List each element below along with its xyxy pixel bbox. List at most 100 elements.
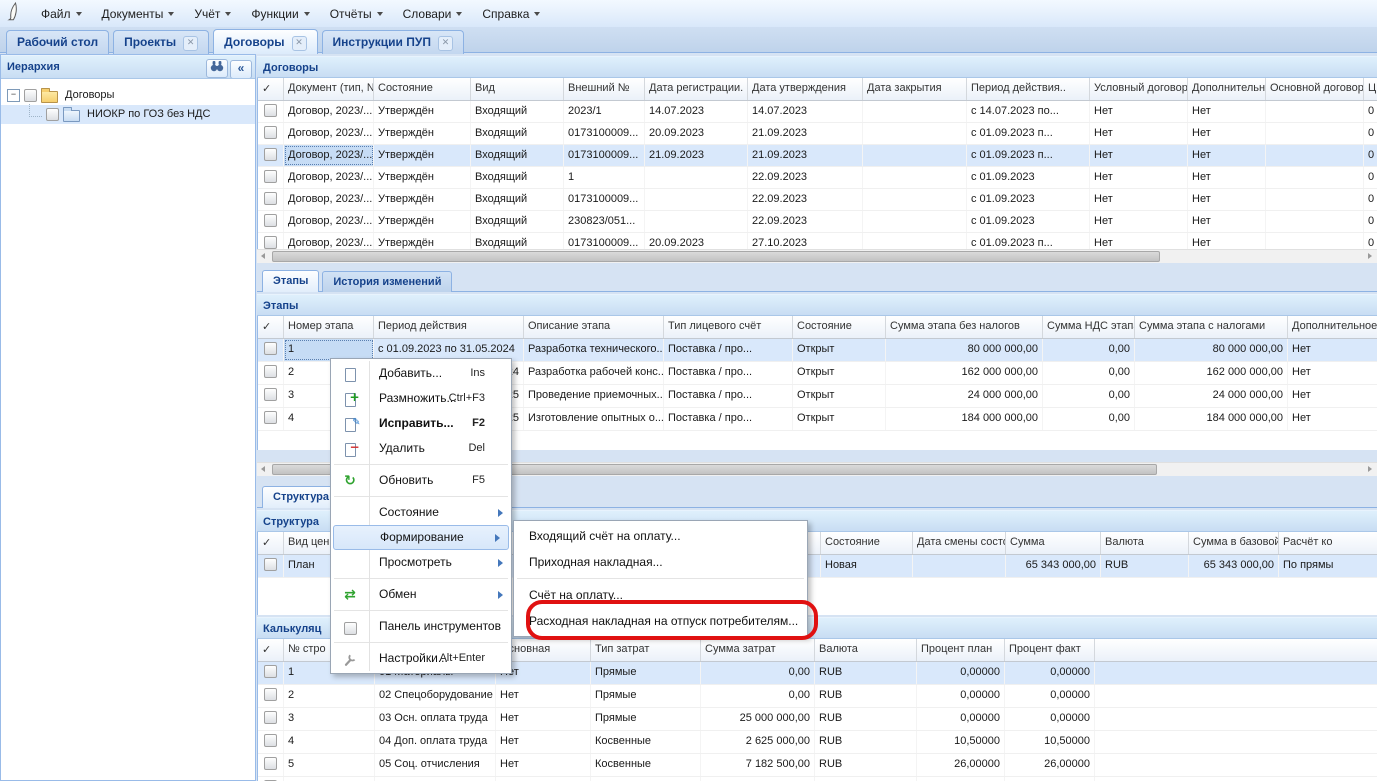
table-row[interactable]: Договор, 2023/...УтверждёнВходящий017310…	[258, 123, 1377, 145]
column-header[interactable]: Дата закрытия	[863, 78, 967, 100]
row-checkbox[interactable]	[264, 688, 277, 701]
menubar-item-dictionaries[interactable]: Словари	[393, 3, 473, 25]
submenu-item-incoming-payment-invoice[interactable]: Входящий счёт на оплату...	[514, 523, 807, 549]
scroll-left-button[interactable]	[257, 250, 270, 263]
column-header[interactable]: Тип лицевого счёт	[664, 316, 793, 338]
submenu-item-expense-note-consumers[interactable]: Расходная накладная на отпуск потребител…	[514, 608, 807, 634]
contracts-horizontal-scrollbar[interactable]	[257, 249, 1377, 263]
row-checkbox[interactable]	[264, 388, 277, 401]
column-header[interactable]: Сумма в базовой в	[1189, 532, 1279, 554]
menubar-item-reports[interactable]: Отчёты	[320, 3, 393, 25]
column-header[interactable]: Документ (тип, №	[284, 78, 374, 100]
column-header[interactable]: ✓	[258, 532, 284, 554]
tab-desktop[interactable]: Рабочий стол	[6, 30, 109, 54]
menu-item-settings[interactable]: Настройки...Alt+Enter	[331, 646, 511, 671]
column-header[interactable]: Вид	[471, 78, 564, 100]
tab-etapy[interactable]: Этапы	[262, 270, 319, 292]
row-checkbox[interactable]	[264, 192, 277, 205]
menubar-item-documents[interactable]: Документы	[92, 3, 185, 25]
column-header[interactable]: ✓	[258, 316, 284, 338]
column-header[interactable]: Дата утверждения	[748, 78, 863, 100]
column-header[interactable]: Состояние	[793, 316, 886, 338]
column-header[interactable]: Процент план	[917, 639, 1005, 661]
tree-item[interactable]: −Договоры	[1, 86, 255, 105]
row-checkbox[interactable]	[264, 365, 277, 378]
row-checkbox[interactable]	[264, 170, 277, 183]
checkbox[interactable]	[24, 89, 37, 102]
menu-item-exchange[interactable]: ⇄Обмен	[331, 582, 511, 607]
close-tab-icon[interactable]: ✕	[438, 36, 453, 51]
column-header[interactable]: Ц	[1364, 78, 1377, 100]
row-checkbox[interactable]	[264, 711, 277, 724]
column-header[interactable]: Валюта	[815, 639, 917, 661]
column-header[interactable]: ✓	[258, 78, 284, 100]
column-header[interactable]: Состояние	[374, 78, 471, 100]
column-header[interactable]: Номер этапа	[284, 316, 374, 338]
table-row[interactable]: Договор, 2023/...УтверждёнВходящий017310…	[258, 189, 1377, 211]
tab-contracts[interactable]: Договоры✕	[213, 29, 317, 54]
column-header[interactable]: Дата регистрации.	[645, 78, 748, 100]
menu-item-edit[interactable]: Исправить...F2	[331, 411, 511, 436]
table-row[interactable]: Договор, 2023/...УтверждёнВходящий230823…	[258, 211, 1377, 233]
row-checkbox[interactable]	[264, 236, 277, 249]
row-checkbox[interactable]	[264, 665, 277, 678]
column-header[interactable]: Период действия	[374, 316, 524, 338]
table-row[interactable]: Договор, 2023/...УтверждёнВходящий017310…	[258, 233, 1377, 249]
column-header[interactable]: Описание этапа	[524, 316, 664, 338]
tab-history[interactable]: История изменений	[322, 271, 452, 292]
column-header[interactable]: Дата смены состоя	[913, 532, 1006, 554]
row-checkbox[interactable]	[264, 757, 277, 770]
row-checkbox[interactable]	[264, 734, 277, 747]
menu-item-toolbar-panel[interactable]: Панель инструментов	[331, 614, 511, 639]
column-header[interactable]: Дополнительное с	[1288, 316, 1377, 338]
column-header[interactable]: Процент факт	[1005, 639, 1095, 661]
menu-item-state[interactable]: Состояние	[331, 500, 511, 525]
menubar-item-help[interactable]: Справка	[472, 3, 550, 25]
submenu-item-receipt-note[interactable]: Приходная накладная...	[514, 549, 807, 575]
menu-item-add[interactable]: Добавить...Ins	[331, 361, 511, 386]
menu-item-view[interactable]: Просмотреть	[331, 550, 511, 575]
column-header[interactable]: Сумма затрат	[701, 639, 815, 661]
table-row[interactable]: Договор, 2023/...УтверждёнВходящий122.09…	[258, 167, 1377, 189]
close-tab-icon[interactable]: ✕	[292, 36, 307, 51]
row-checkbox[interactable]	[264, 214, 277, 227]
column-header[interactable]: Дополнительное с	[1188, 78, 1266, 100]
collapse-left-icon[interactable]: «	[230, 60, 252, 79]
row-checkbox[interactable]	[264, 411, 277, 424]
expand-collapse-icon[interactable]: −	[7, 89, 20, 102]
row-checkbox[interactable]	[264, 104, 277, 117]
column-header[interactable]: Сумма НДС этапа	[1043, 316, 1135, 338]
column-header[interactable]: Валюта	[1101, 532, 1189, 554]
column-header[interactable]: Расчёт ко	[1279, 532, 1377, 554]
table-row[interactable]: Договор, 2023/...УтверждёнВходящий2023/1…	[258, 101, 1377, 123]
tab-pup-instructions[interactable]: Инструкции ПУП✕	[322, 30, 464, 54]
menu-item-generate[interactable]: Формирование	[333, 525, 509, 550]
menubar-item-functions[interactable]: Функции	[241, 3, 319, 25]
submenu-item-payment-invoice[interactable]: Счёт на оплату...	[514, 582, 807, 608]
close-tab-icon[interactable]: ✕	[183, 36, 198, 51]
scroll-right-button[interactable]	[1364, 250, 1377, 263]
table-row[interactable]: Договор, 2023/...УтверждёнВходящий017310…	[258, 145, 1377, 167]
scroll-thumb[interactable]	[272, 251, 1160, 262]
menubar-item-accounting[interactable]: Учёт	[184, 3, 241, 25]
checkbox[interactable]	[46, 108, 59, 121]
row-checkbox[interactable]	[264, 126, 277, 139]
menu-item-delete[interactable]: УдалитьDel	[331, 436, 511, 461]
binoculars-icon[interactable]	[206, 59, 228, 78]
table-row[interactable]: 303 Осн. оплата трудаНетПрямые25 000 000…	[258, 708, 1377, 731]
column-header[interactable]: Период действия..	[967, 78, 1090, 100]
tree-item[interactable]: НИОКР по ГОЗ без НДС	[1, 105, 255, 124]
menu-item-duplicate[interactable]: Размножить...Ctrl+F3	[331, 386, 511, 411]
menubar-item-file[interactable]: Файл	[31, 3, 92, 25]
row-checkbox[interactable]	[264, 558, 277, 571]
scroll-right-button[interactable]	[1364, 463, 1377, 476]
menu-item-refresh[interactable]: ↻ОбновитьF5	[331, 468, 511, 493]
table-row[interactable]: 202 СпецоборудованиеНетПрямые0,00RUB0,00…	[258, 685, 1377, 708]
tab-structura[interactable]: Структура	[262, 486, 340, 508]
column-header[interactable]: Основной договор	[1266, 78, 1364, 100]
tab-projects[interactable]: Проекты✕	[113, 30, 209, 54]
column-header[interactable]: Сумма	[1006, 532, 1101, 554]
column-header[interactable]: Сумма этапа с налогами	[1135, 316, 1288, 338]
column-header[interactable]: Внешний №	[564, 78, 645, 100]
column-header[interactable]: ✓	[258, 639, 284, 661]
